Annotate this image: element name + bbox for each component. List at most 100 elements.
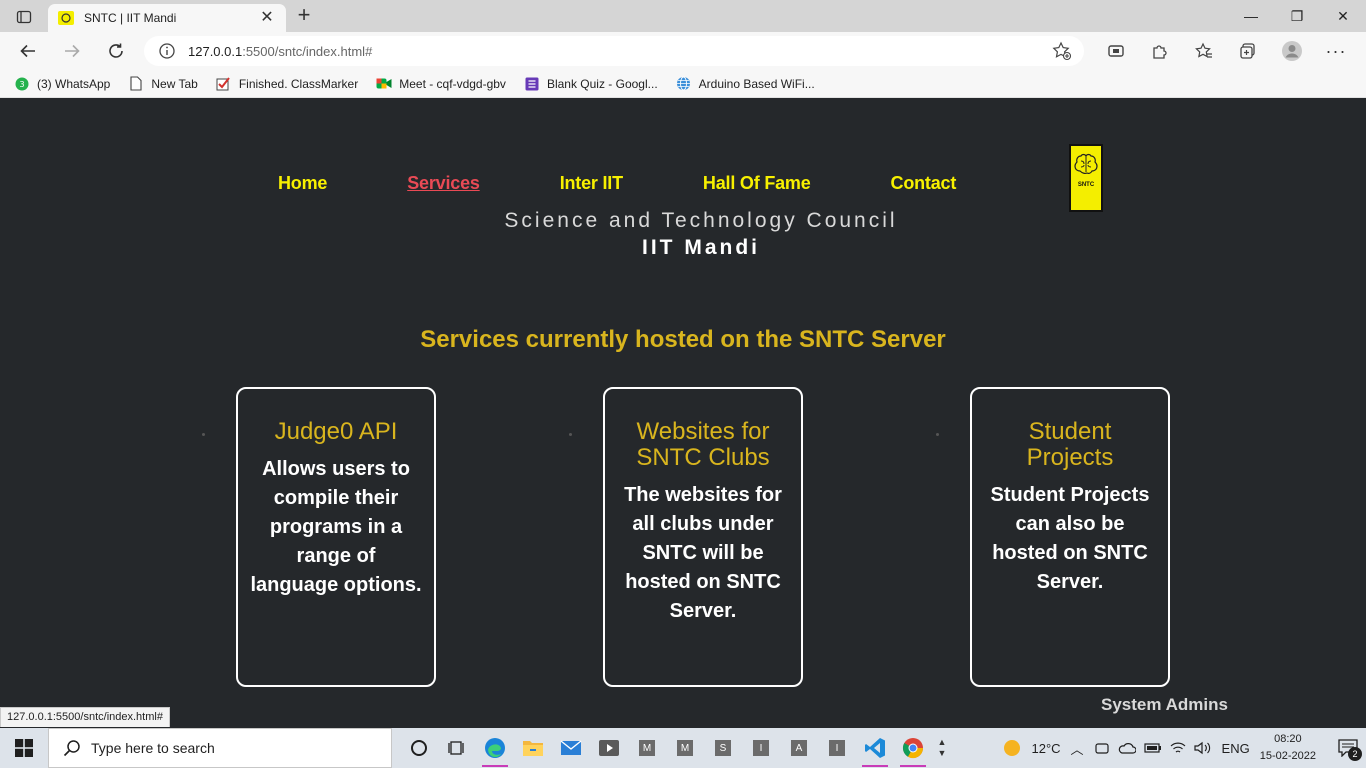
nav-hall-of-fame[interactable]: Hall Of Fame — [703, 173, 811, 194]
back-arrow-icon — [20, 44, 35, 58]
bookmark-arduino[interactable]: Arduino Based WiFi... — [676, 76, 815, 92]
settings-menu-button[interactable]: ··· — [1314, 37, 1358, 65]
card-title: Judge0 API — [274, 418, 398, 445]
active-tab[interactable]: SNTC | IIT Mandi ✕ — [48, 4, 286, 32]
app-letter-icon: S — [715, 740, 731, 756]
taskbar-app-s[interactable]: S — [704, 728, 742, 768]
taskbar-app-a[interactable]: A — [780, 728, 818, 768]
forward-button[interactable] — [58, 37, 86, 65]
taskbar-scroll-button[interactable]: ▲ ▼ — [932, 728, 952, 768]
tray-icons: ︿ — [1071, 739, 1212, 758]
forms-icon — [524, 76, 540, 92]
bookmark-label: Blank Quiz - Googl... — [546, 76, 658, 91]
profile-button[interactable] — [1270, 37, 1314, 65]
taskbar-app-m1[interactable]: M — [628, 728, 666, 768]
card-body: Allows users to compile their programs i… — [250, 458, 422, 596]
services-heading: Services currently hosted on the SNTC Se… — [420, 326, 946, 353]
restore-button[interactable]: ❐ — [1274, 0, 1320, 32]
taskbar-edge[interactable] — [476, 728, 514, 768]
nav-contact[interactable]: Contact — [891, 173, 957, 194]
search-placeholder: Type here to search — [91, 740, 215, 756]
weather-widget[interactable]: 12°C — [1003, 739, 1061, 757]
url-text[interactable]: 127.0.0.1:5500/sntc/index.html# — [188, 44, 1052, 59]
tab-close-icon[interactable]: ✕ — [258, 9, 276, 27]
search-icon — [63, 740, 80, 757]
taskbar-mail[interactable] — [552, 728, 590, 768]
avatar-icon — [1282, 41, 1302, 61]
sntc-logo[interactable]: SNTC — [1069, 144, 1103, 212]
bookmark-google-forms[interactable]: Blank Quiz - Googl... — [524, 76, 658, 92]
bookmark-meet[interactable]: Meet - cqf-vdgd-gbv — [376, 76, 506, 92]
decorative-dot — [202, 433, 205, 436]
tab-actions-button[interactable] — [8, 6, 40, 28]
page-icon — [128, 76, 144, 92]
battery-icon[interactable] — [1143, 741, 1162, 755]
cortana-button[interactable] — [400, 728, 438, 768]
card-title: Websites for SNTC Clubs — [636, 418, 770, 471]
sun-icon — [1004, 740, 1021, 756]
back-button[interactable] — [14, 37, 42, 65]
taskbar-app-i1[interactable]: I — [742, 728, 780, 768]
close-window-button[interactable]: ✕ — [1320, 0, 1366, 32]
nav-home[interactable]: Home — [278, 173, 327, 194]
language-indicator[interactable]: ENG — [1222, 741, 1250, 756]
bookmark-whatsapp[interactable]: 3 (3) WhatsApp — [14, 76, 110, 92]
notification-count: 2 — [1348, 747, 1362, 761]
system-tray: 12°C ︿ ENG 08:20 15-02-2022 2 — [1003, 728, 1366, 768]
chevron-up-down-icon: ▲ ▼ — [937, 737, 947, 758]
task-view-button[interactable] — [438, 728, 476, 768]
volume-icon[interactable] — [1193, 741, 1212, 755]
taskbar-app-m2[interactable]: M — [666, 728, 704, 768]
minimize-button[interactable]: — — [1228, 0, 1274, 32]
address-bar[interactable]: 127.0.0.1:5500/sntc/index.html# — [144, 36, 1084, 66]
site-info-icon[interactable] — [158, 42, 176, 60]
onedrive-icon[interactable] — [1118, 741, 1136, 755]
collections-button[interactable] — [1094, 37, 1138, 65]
app-letter-icon: I — [753, 740, 769, 756]
more-dots-icon: ··· — [1325, 40, 1347, 61]
card-body: Student Projects can also be hosted on S… — [990, 484, 1150, 593]
app-letter-icon: A — [791, 740, 807, 756]
task-view-icon — [448, 741, 464, 755]
taskbar-app-i2[interactable]: I — [818, 728, 856, 768]
checkmark-icon — [216, 76, 232, 92]
nav-inter-iit[interactable]: Inter IIT — [560, 173, 623, 194]
council-name: Science and Technology Council — [504, 209, 898, 232]
windows-taskbar: Type here to search M M S I A I ▲ ▼ 12°C … — [0, 728, 1366, 768]
service-card-club-websites: Websites for SNTC Clubs The websites for… — [603, 387, 803, 687]
bookmark-new-tab[interactable]: New Tab — [128, 76, 198, 92]
url-host: 127.0.0.1 — [188, 43, 243, 59]
taskbar-vscode[interactable] — [856, 728, 894, 768]
nav-services[interactable]: Services — [407, 173, 480, 194]
browser-toolbar: 127.0.0.1:5500/sntc/index.html# ··· — [0, 32, 1366, 70]
notification-center-button[interactable]: 2 — [1330, 728, 1366, 768]
app-letter-icon: M — [677, 740, 693, 756]
meet-now-icon[interactable] — [1094, 740, 1110, 756]
wifi-icon[interactable] — [1170, 741, 1186, 755]
bookmark-label: (3) WhatsApp — [37, 76, 111, 91]
favorites-button[interactable] — [1182, 37, 1226, 65]
app-letter-icon: M — [639, 740, 655, 756]
chevron-up-icon[interactable]: ︿ — [1071, 739, 1084, 758]
new-tab-button[interactable]: + — [292, 4, 316, 28]
globe-icon — [676, 76, 692, 92]
card-title: Student Projects — [1026, 418, 1114, 471]
taskbar-clock[interactable]: 08:20 15-02-2022 — [1260, 731, 1316, 765]
folder-icon — [523, 741, 543, 756]
bookmark-classmarker[interactable]: Finished. ClassMarker — [216, 76, 358, 92]
taskbar-search[interactable]: Type here to search — [48, 728, 392, 768]
collections-tab-button[interactable] — [1226, 37, 1270, 65]
taskbar-file-explorer[interactable] — [514, 728, 552, 768]
taskbar-media-player[interactable] — [590, 728, 628, 768]
extensions-button[interactable] — [1138, 37, 1182, 65]
taskbar-chrome[interactable] — [894, 728, 932, 768]
meet-icon — [376, 76, 392, 92]
add-favorite-icon[interactable] — [1052, 41, 1072, 61]
bookmark-label: Meet - cqf-vdgd-gbv — [399, 76, 506, 91]
mail-icon — [560, 740, 582, 755]
tab-strip: SNTC | IIT Mandi ✕ + — ❐ ✕ — [0, 0, 1366, 32]
refresh-button[interactable] — [102, 37, 130, 65]
service-card-judge0: Judge0 API Allows users to compile their… — [236, 387, 436, 687]
start-button[interactable] — [0, 728, 48, 768]
svg-text:3: 3 — [19, 80, 24, 89]
